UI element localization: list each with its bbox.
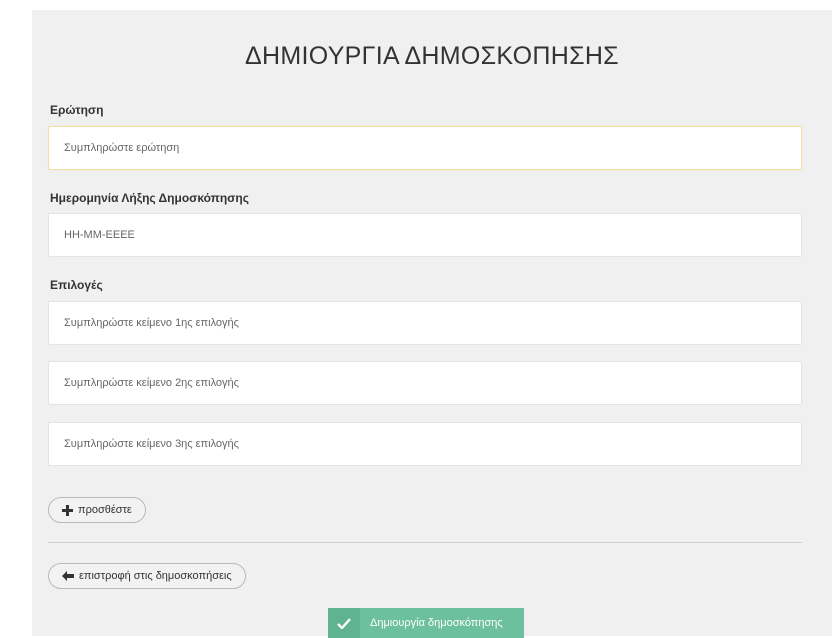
option-input-3[interactable] [48,422,802,466]
create-poll-button[interactable]: Δημιουργία δημοσκόπησης [328,608,524,638]
add-option-button[interactable]: προσθέστε [48,497,146,523]
divider [48,542,802,543]
arrow-left-icon [62,571,74,581]
options-label: Επιλογές [50,278,103,292]
page-title: ΔΗΜΙΟΥΡΓΙΑ ΔΗΜΟΣΚΟΠΗΣΗΣ [245,42,619,70]
create-poll-panel: ΔΗΜΙΟΥΡΓΙΑ ΔΗΜΟΣΚΟΠΗΣΗΣ Ερώτηση Ημερομην… [32,10,832,638]
add-option-label: προσθέστε [78,504,132,516]
expiry-date-label: Ημερομηνία Λήξης Δημοσκόπησης [50,191,249,205]
plus-icon [62,504,73,516]
create-poll-label: Δημιουργία δημοσκόπησης [370,617,503,629]
question-label: Ερώτηση [50,103,104,117]
back-to-polls-label: επιστροφή στις δημοσκοπήσεις [79,570,232,582]
expiry-date-input[interactable] [48,213,802,257]
option-input-1[interactable] [48,301,802,345]
back-to-polls-button[interactable]: επιστροφή στις δημοσκοπήσεις [48,563,246,589]
check-icon [328,608,360,638]
question-input[interactable] [48,126,802,170]
option-input-2[interactable] [48,361,802,405]
